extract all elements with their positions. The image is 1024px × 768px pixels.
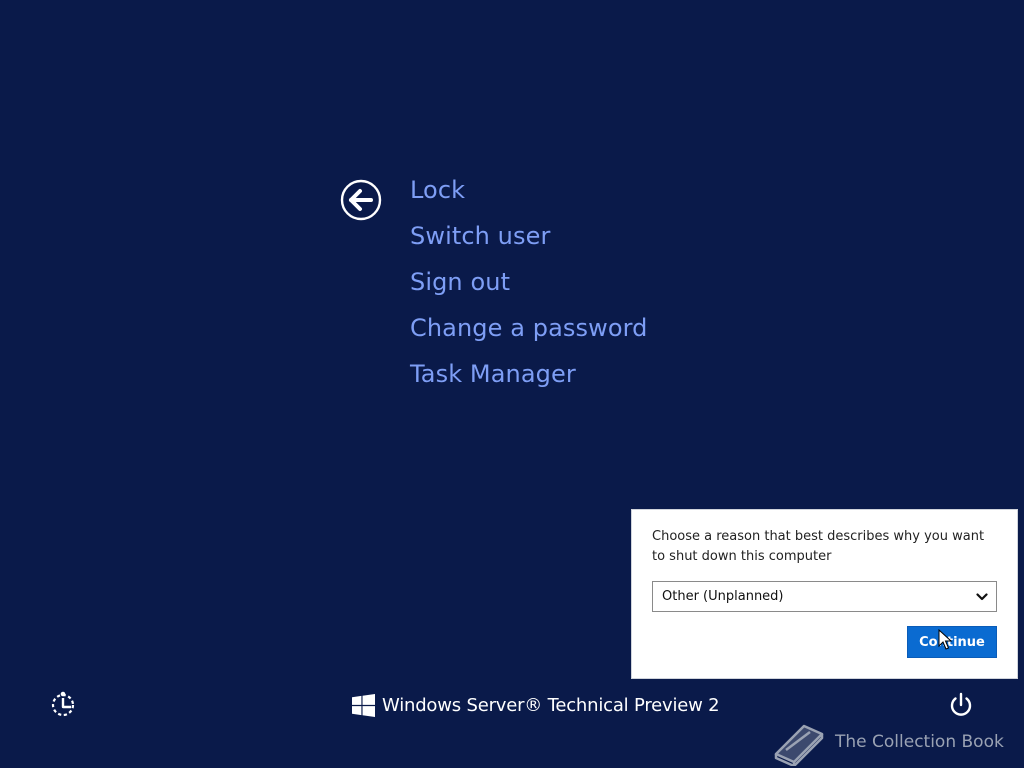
continue-button[interactable]: Continue — [907, 626, 997, 658]
shutdown-reason-prompt: Choose a reason that best describes why … — [652, 529, 985, 564]
ease-of-access-icon[interactable] — [48, 690, 78, 720]
os-branding-text: Windows Server® Technical Preview 2 — [382, 694, 720, 716]
windows-logo-icon — [352, 693, 375, 717]
power-icon[interactable] — [946, 690, 976, 720]
switch-user-option[interactable]: Switch user — [410, 216, 648, 262]
security-options-menu: Lock Switch user Sign out Change a passw… — [410, 170, 648, 400]
task-manager-option[interactable]: Task Manager — [410, 354, 648, 400]
watermark: The Collection Book — [772, 718, 1004, 766]
sign-out-option[interactable]: Sign out — [410, 262, 648, 308]
back-arrow-icon[interactable] — [340, 179, 382, 221]
shutdown-reason-dialog: Choose a reason that best describes why … — [631, 509, 1018, 679]
shutdown-reason-dropdown[interactable]: Other (Unplanned) — [652, 581, 997, 612]
watermark-text: The Collection Book — [835, 732, 1004, 752]
secure-desktop: Lock Switch user Sign out Change a passw… — [0, 0, 1024, 768]
chevron-down-icon — [976, 593, 988, 601]
change-password-option[interactable]: Change a password — [410, 308, 648, 354]
lock-option[interactable]: Lock — [410, 170, 648, 216]
os-branding: Windows Server® Technical Preview 2 — [352, 690, 720, 720]
shutdown-reason-value: Other (Unplanned) — [662, 589, 784, 604]
book-icon — [774, 724, 824, 766]
